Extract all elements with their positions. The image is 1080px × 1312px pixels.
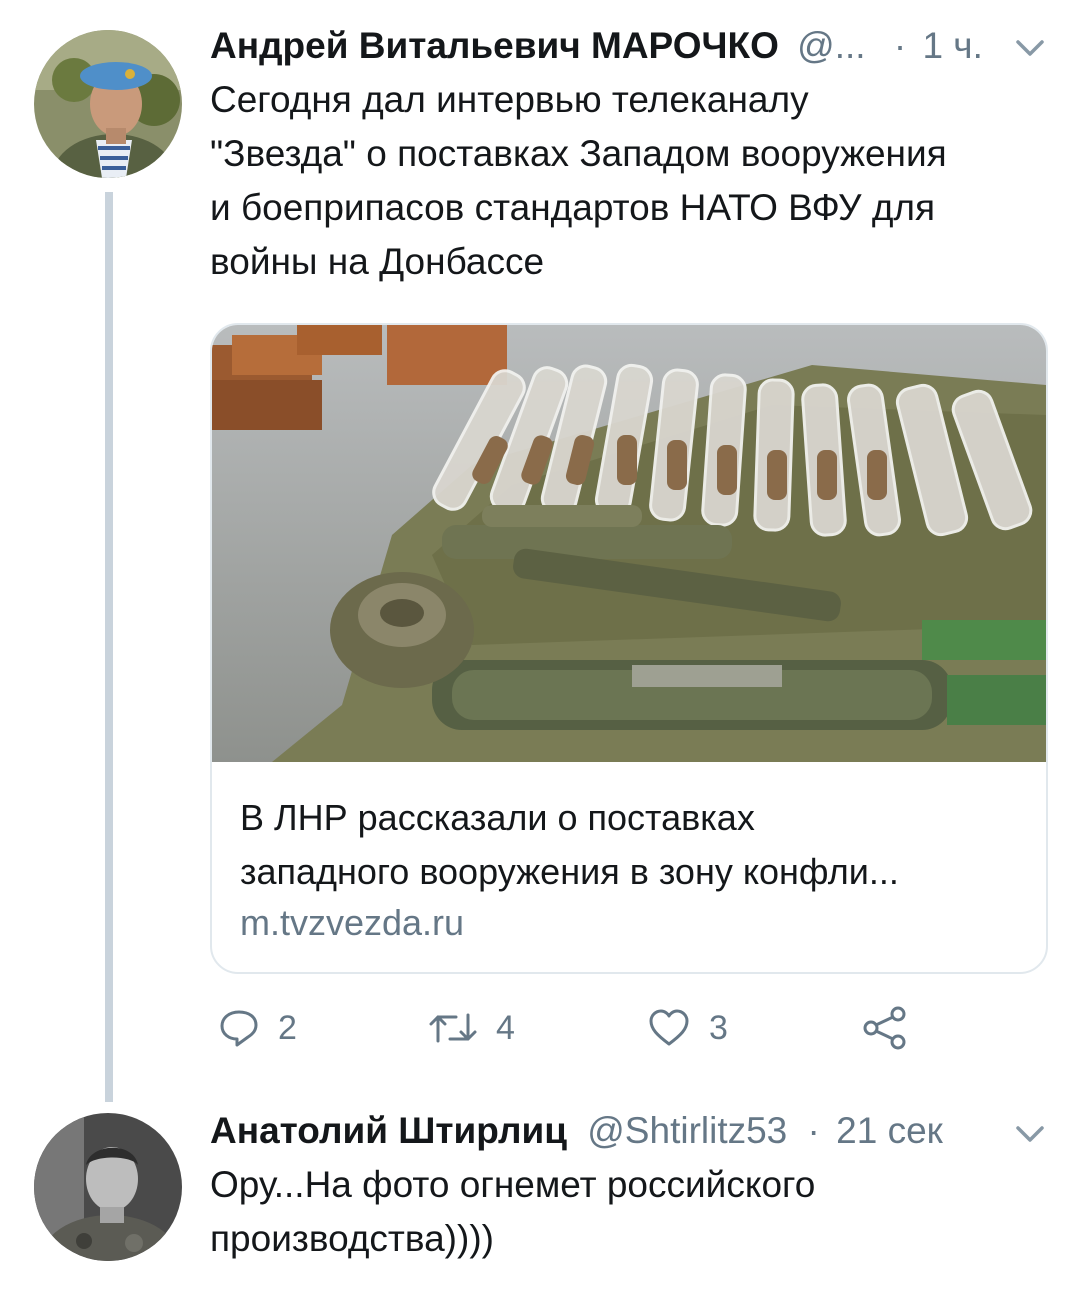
retweet-count: 4: [496, 1008, 515, 1047]
reply-icon: [220, 1010, 258, 1047]
card-title-line: западного вооружения в зону конфли...: [240, 851, 899, 892]
tweet-time[interactable]: 21 сек: [836, 1110, 943, 1151]
share-icon: [863, 1006, 906, 1050]
author-handle[interactable]: @...: [797, 25, 865, 66]
tweet-text-line: и боеприпасов стандартов НАТО ВФУ для: [210, 187, 936, 228]
card-domain: m.tvzvezda.ru: [240, 902, 465, 943]
tweet2-text: Ору...На фото огнемет российского произв…: [210, 1158, 1050, 1266]
share-button[interactable]: [862, 1004, 926, 1052]
author-handle[interactable]: @Shtirlitz53: [587, 1110, 787, 1151]
card-title-line: В ЛНР рассказали о поставках: [240, 797, 755, 838]
retweet-icon: [429, 1013, 477, 1043]
tweet-text-line: Сегодня дал интервью телеканалу: [210, 79, 809, 120]
chevron-down-icon[interactable]: [1012, 36, 1048, 60]
reply-count: 2: [278, 1008, 297, 1047]
separator-dot: ·: [807, 1110, 820, 1151]
like-count: 3: [709, 1008, 728, 1047]
tweet-text-line: производства)))): [210, 1218, 494, 1259]
heart-icon: [649, 1009, 689, 1046]
retweet-button[interactable]: 4: [428, 1004, 515, 1052]
tweet-text-line: "Звезда" о поставках Западом вооружения: [210, 133, 947, 174]
tweet1-text: Сегодня дал интервью телеканалу "Звезда"…: [210, 73, 1050, 289]
tweet-time[interactable]: 1 ч.: [922, 25, 982, 66]
tweet1-header: Андрей Витальевич МАРОЧКО @... · 1 ч.: [210, 24, 983, 68]
link-card[interactable]: В ЛНР рассказали о поставках западного в…: [210, 323, 1048, 974]
tweet-text-line: Ору...На фото огнемет российского: [210, 1164, 816, 1205]
separator-dot: ·: [893, 25, 907, 66]
tweet-text-line: войны на Донбассе: [210, 241, 545, 282]
author-name[interactable]: Андрей Витальевич МАРОЧКО: [210, 25, 779, 66]
avatar-shtirlitz[interactable]: [34, 1113, 182, 1261]
chevron-down-icon[interactable]: [1012, 1122, 1048, 1146]
tweet2-header: Анатолий Штирлиц @Shtirlitz53 · 21 сек: [210, 1109, 943, 1153]
reply-button[interactable]: 2: [218, 1004, 297, 1052]
like-button[interactable]: 3: [647, 1004, 728, 1052]
thread-line: [105, 192, 113, 1102]
card-title: В ЛНР рассказали о поставках западного в…: [240, 791, 1030, 899]
author-name[interactable]: Анатолий Штирлиц: [210, 1110, 567, 1151]
card-image: [212, 325, 1046, 762]
avatar-marochko[interactable]: [34, 30, 182, 178]
